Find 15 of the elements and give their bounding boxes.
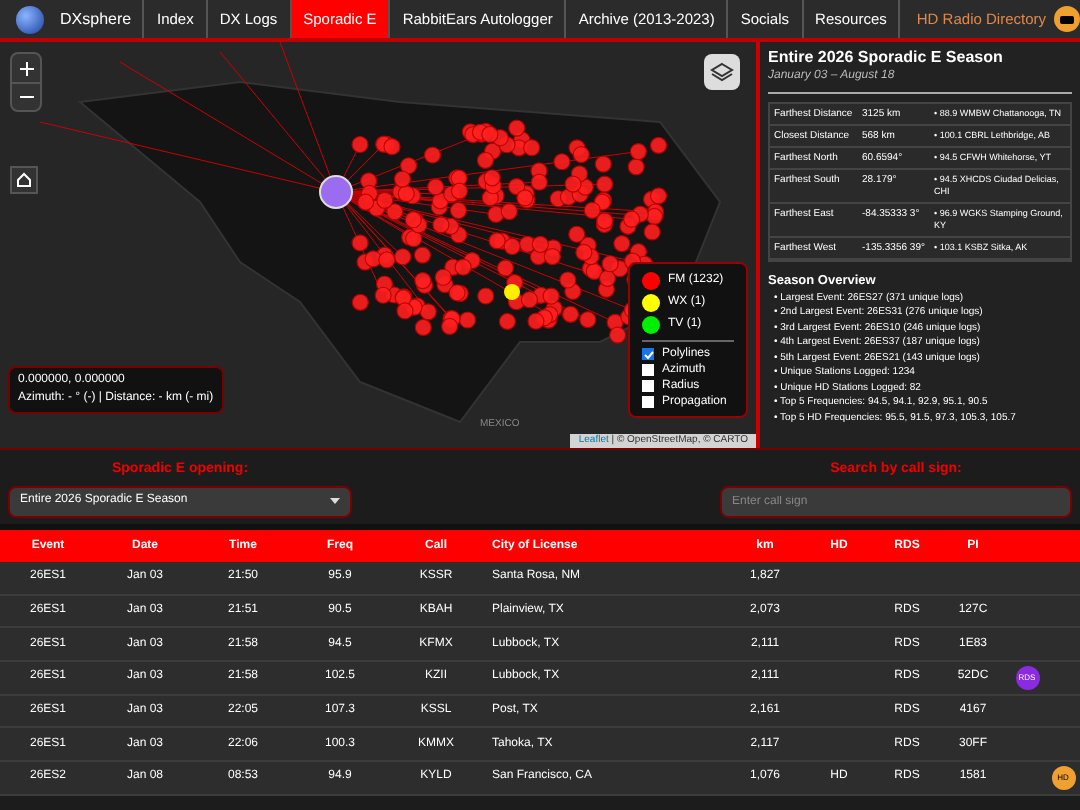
panel-title: Entire 2026 Sporadic E Season [768, 48, 1005, 68]
home-button[interactable] [10, 166, 38, 194]
layers-icon [710, 62, 734, 82]
brand-name[interactable]: DXsphere [60, 7, 132, 31]
layer-checkbox[interactable] [642, 348, 654, 360]
layer-checkbox[interactable] [642, 364, 654, 376]
plus-icon [19, 61, 33, 75]
layers-button[interactable] [704, 54, 740, 90]
home-icon [16, 172, 32, 188]
globe-logo-icon [16, 5, 44, 33]
layer-checkbox[interactable] [642, 396, 654, 408]
layer-checkbox[interactable] [642, 380, 654, 392]
minus-icon [19, 90, 33, 104]
caret-icon [330, 498, 340, 504]
radio-icon [1054, 6, 1080, 32]
